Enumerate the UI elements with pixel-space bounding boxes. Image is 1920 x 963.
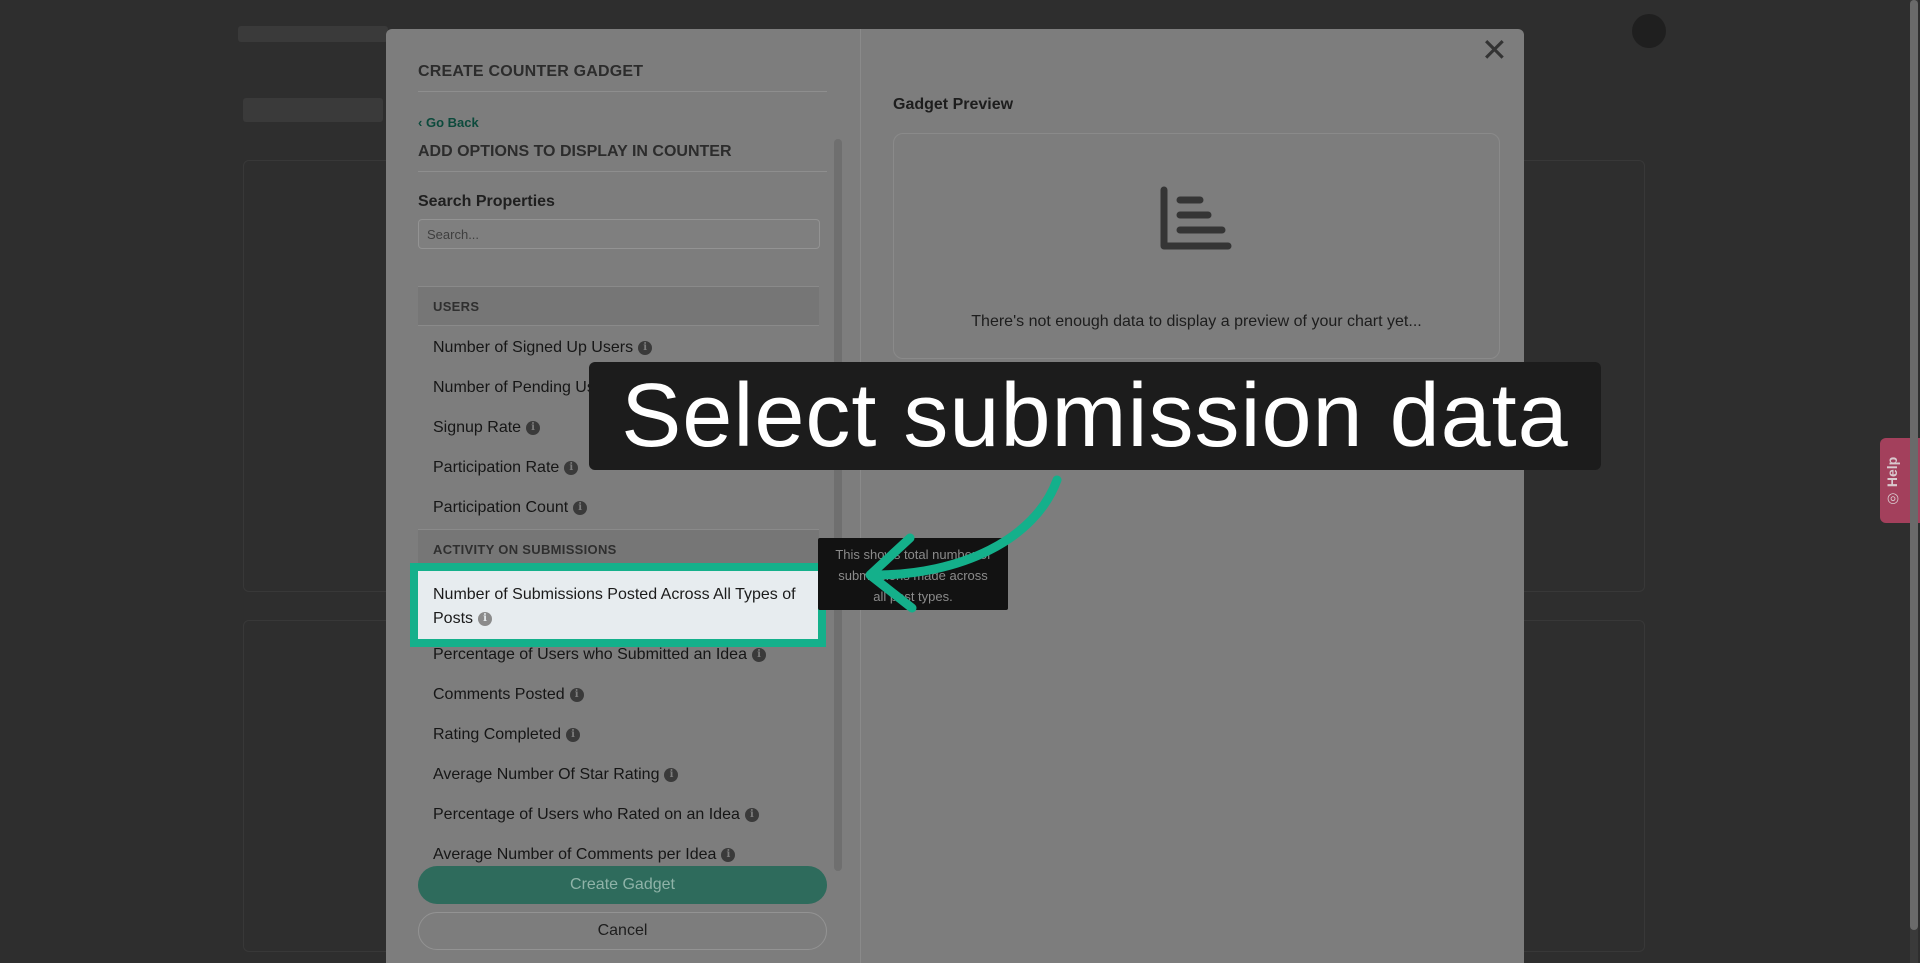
info-icon[interactable]: i [569, 687, 584, 702]
create-gadget-modal: CREATE COUNTER GADGET ‹ Go Back ADD OPTI… [386, 29, 1524, 963]
list-item[interactable]: Average Number of Comments per Idea i [433, 846, 736, 864]
info-icon[interactable]: i [478, 611, 493, 626]
list-item-selected[interactable]: Number of Submissions Posted Across All … [410, 563, 826, 647]
preview-panel: Gadget Preview There's not enough data t… [860, 29, 1524, 963]
list-scrollbar[interactable] [834, 139, 842, 871]
list-item[interactable]: Participation Count i [433, 499, 588, 517]
chevron-left-icon: ‹ [418, 115, 426, 130]
item-label: Percentage of Users who Rated on an Idea [433, 806, 740, 823]
item-label: Average Number of Comments per Idea [433, 846, 717, 863]
go-back-label: Go Back [425, 115, 479, 130]
info-icon[interactable]: i [744, 807, 759, 822]
help-label-text: Help [1884, 456, 1900, 488]
page-scrollbar[interactable] [1910, 0, 1918, 930]
tooltip-line: submissions made across [838, 568, 988, 583]
item-label: Rating Completed [433, 726, 562, 743]
list-item[interactable]: Rating Completed i [433, 726, 581, 744]
list-item[interactable]: Percentage of Users who Submitted an Ide… [433, 646, 766, 664]
info-icon[interactable]: i [564, 460, 579, 475]
info-icon[interactable]: i [566, 727, 581, 742]
preview-card: There's not enough data to display a pre… [893, 133, 1500, 359]
close-icon[interactable]: ✕ [1481, 34, 1508, 66]
cancel-button[interactable]: Cancel [418, 912, 827, 950]
section-title: ADD OPTIONS TO DISPLAY IN COUNTER [418, 143, 827, 172]
bg-logo [238, 26, 388, 42]
bar-chart-icon [1158, 186, 1232, 257]
create-gadget-button[interactable]: Create Gadget [418, 866, 827, 904]
preview-title: Gadget Preview [893, 96, 1014, 113]
list-item[interactable]: Signup Rate i [433, 419, 541, 437]
options-panel: CREATE COUNTER GADGET ‹ Go Back ADD OPTI… [386, 29, 859, 963]
search-label: Search Properties [418, 193, 555, 210]
list-item[interactable]: Percentage of Users who Rated on an Idea… [433, 806, 759, 824]
list-item[interactable]: Average Number Of Star Rating i [433, 766, 679, 784]
item-label: Average Number Of Star Rating [433, 766, 660, 783]
group-header-activity: ACTIVITY ON SUBMISSIONS [418, 529, 819, 569]
list-item[interactable]: Comments Posted i [433, 686, 584, 704]
item-label: Percentage of Users who Submitted an Ide… [433, 646, 747, 663]
item-label: Signup Rate [433, 419, 522, 436]
info-icon[interactable]: i [526, 420, 541, 435]
info-icon[interactable]: i [751, 647, 766, 662]
info-tooltip: This shows total number of submissions m… [818, 538, 1008, 610]
item-label: Participation Count [433, 499, 569, 516]
item-label: Participation Rate [433, 459, 560, 476]
info-icon[interactable]: i [721, 847, 736, 862]
bg-heading [243, 98, 383, 122]
instruction-callout: Select submission data [589, 362, 1601, 470]
modal-title: CREATE COUNTER GADGET [418, 63, 827, 92]
preview-empty-message: There's not enough data to display a pre… [971, 313, 1422, 330]
info-icon[interactable]: i [664, 767, 679, 782]
search-input[interactable] [418, 219, 820, 249]
info-icon[interactable]: i [638, 340, 653, 355]
go-back-link[interactable]: ‹ Go Back [418, 115, 479, 130]
info-icon[interactable]: i [573, 500, 588, 515]
list-item[interactable]: Number of Signed Up Users i [433, 339, 653, 357]
tooltip-line: This shows total number of [835, 547, 991, 562]
bg-avatar [1632, 14, 1666, 48]
item-label: Comments Posted [433, 686, 565, 703]
group-header-users: USERS [418, 286, 819, 326]
lifebuoy-icon: ◎ [1884, 487, 1900, 508]
tooltip-line: all post types. [873, 589, 953, 604]
item-label: Number of Signed Up Users [433, 339, 634, 356]
list-item[interactable]: Participation Rate i [433, 459, 579, 477]
